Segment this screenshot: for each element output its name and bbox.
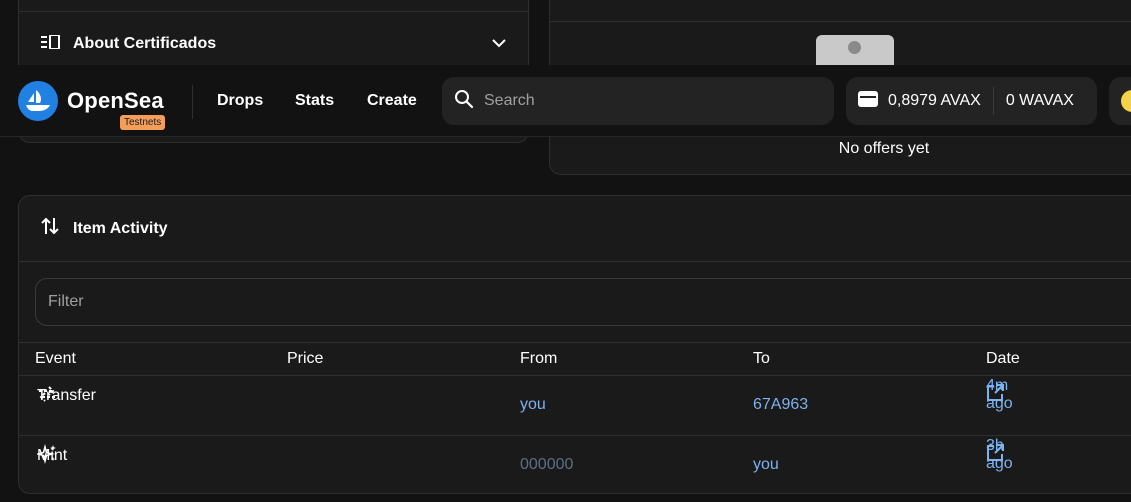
nav-divider [192,85,193,119]
brand-name[interactable]: OpenSea [67,88,164,114]
avax-balance: 0,8979 AVAX [888,92,981,109]
list-details-icon [41,33,61,54]
to-link[interactable]: you [753,456,779,474]
column-date: Date [986,350,1020,367]
nav-create[interactable]: Create [367,92,417,110]
top-navbar: OpenSea Testnets Drops Stats Create 0,89… [0,65,1131,137]
nav-stats[interactable]: Stats [295,92,334,110]
avatar [1121,90,1131,112]
column-from: From [520,350,558,367]
profile-button[interactable] [1109,77,1131,125]
column-to: To [753,350,770,367]
external-link-icon [986,443,1004,467]
external-link-icon [986,383,1004,407]
no-offers-text: No offers yet [838,140,930,157]
event-label: Transfer [37,387,96,404]
about-accordion-header[interactable]: About Certificados [41,24,506,64]
from-link[interactable]: 000000 [520,456,573,474]
filter-section [19,262,1131,343]
filter-box[interactable] [35,278,1131,326]
chevron-down-icon[interactable] [492,35,506,53]
item-activity-header[interactable]: Item Activity [19,196,1131,262]
from-link[interactable]: you [520,396,546,414]
column-event: Event [35,350,76,367]
opensea-logo-icon[interactable] [18,81,58,121]
item-activity-title: Item Activity [73,219,168,237]
divider [550,21,1131,22]
wallet-balance[interactable]: 0,8979 AVAX 0 WAVAX [846,77,1097,125]
wallet-divider [992,87,994,115]
about-title: About Certificados [73,35,217,52]
table-header: Event Price From To Date [19,343,1131,376]
to-link[interactable]: 67A963 [753,396,808,414]
arrows-up-down-icon [41,216,59,241]
testnets-badge: Testnets [120,115,166,130]
item-activity-panel: Item Activity Event Price From To Date T… [18,195,1131,494]
wavax-balance: 0 WAVAX [1005,92,1074,109]
column-price: Price [287,350,324,367]
search-input[interactable] [484,92,834,110]
filter-input[interactable] [48,293,1131,311]
table-row: Transfer you 67A963 4m ago [19,376,1131,436]
search-bar[interactable] [442,77,834,125]
table-row: Mint 000000 you 3h ago [19,436,1131,493]
divider [19,11,528,12]
search-icon [454,89,474,114]
event-label: Mint [37,447,68,464]
nav-drops[interactable]: Drops [217,92,263,110]
wallet-icon [858,90,878,112]
